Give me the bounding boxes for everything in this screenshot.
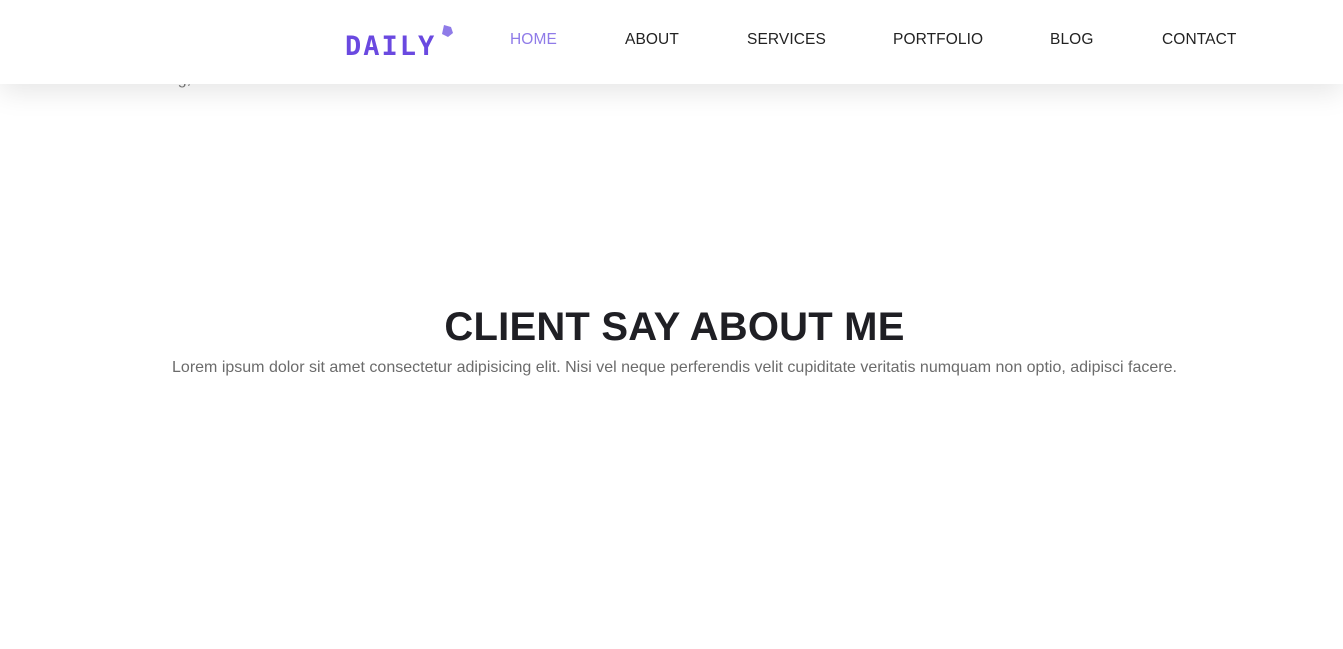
page: Following, Portfolio DAILY HOME ABOUT SE… [0,0,1343,649]
site-header: DAILY HOME ABOUT SERVICES PORTFOLIO BLOG… [0,0,1343,84]
section-subtitle: Lorem ipsum dolor sit amet consectetur a… [172,359,1177,376]
nav-portfolio[interactable]: PORTFOLIO [893,31,983,49]
nav-contact[interactable]: CONTACT [1162,31,1236,49]
section-title: CLIENT SAY ABOUT ME [444,305,905,349]
nav-blog[interactable]: BLOG [1050,31,1093,49]
nav-services[interactable]: SERVICES [747,31,826,49]
nav-home[interactable]: HOME [510,31,557,49]
main-nav: HOME ABOUT SERVICES PORTFOLIO BLOG CONTA… [0,0,1343,84]
nav-about[interactable]: ABOUT [625,31,679,49]
